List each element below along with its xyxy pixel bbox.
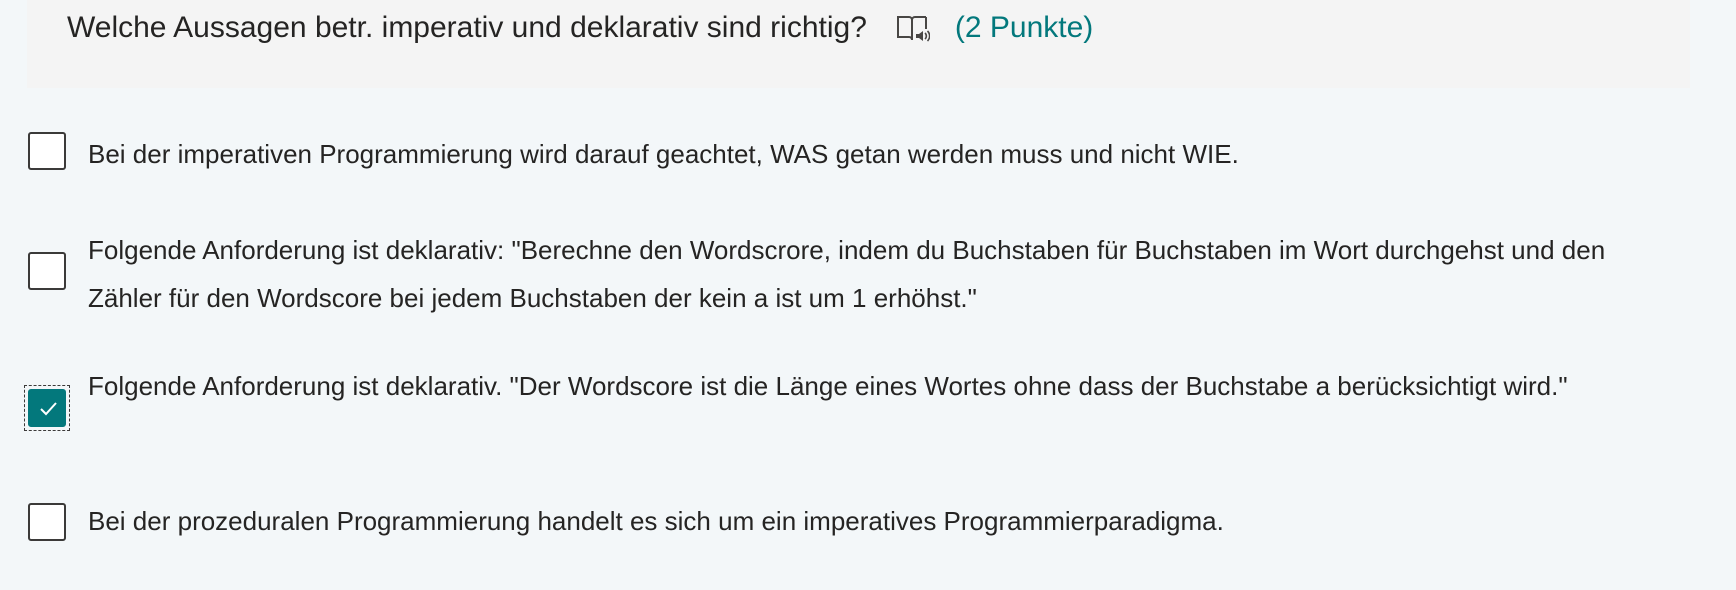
answer-label-4: Bei der prozeduralen Programmierung hand… bbox=[88, 506, 1224, 536]
question-text: Welche Aussagen betr. imperativ und dekl… bbox=[67, 11, 867, 44]
immersive-reader-icon[interactable] bbox=[893, 10, 933, 46]
answer-checkbox-4[interactable] bbox=[28, 503, 66, 541]
question-header: Welche Aussagen betr. imperativ und dekl… bbox=[27, 0, 1690, 88]
answer-option-1[interactable]: Bei der imperativen Programmierung wird … bbox=[28, 130, 1668, 178]
answer-option-4[interactable]: Bei der prozeduralen Programmierung hand… bbox=[28, 497, 1668, 545]
answer-label-1: Bei der imperativen Programmierung wird … bbox=[88, 139, 1239, 169]
answer-option-3[interactable]: Folgende Anforderung ist deklarativ. "De… bbox=[24, 362, 1668, 431]
question-title: Welche Aussagen betr. imperativ und dekl… bbox=[67, 6, 1093, 50]
answer-label-3: Folgende Anforderung ist deklarativ. "De… bbox=[88, 371, 1568, 401]
checkmark-icon bbox=[40, 402, 57, 416]
answer-label-2: Folgende Anforderung ist deklarativ: "Be… bbox=[88, 235, 1606, 313]
answer-checkbox-3[interactable] bbox=[24, 385, 70, 431]
points-label: (2 Punkte) bbox=[954, 11, 1094, 44]
answer-checkbox-1[interactable] bbox=[28, 132, 66, 170]
answer-option-2[interactable]: Folgende Anforderung ist deklarativ: "Be… bbox=[28, 226, 1668, 322]
answer-checkbox-2[interactable] bbox=[28, 252, 66, 290]
